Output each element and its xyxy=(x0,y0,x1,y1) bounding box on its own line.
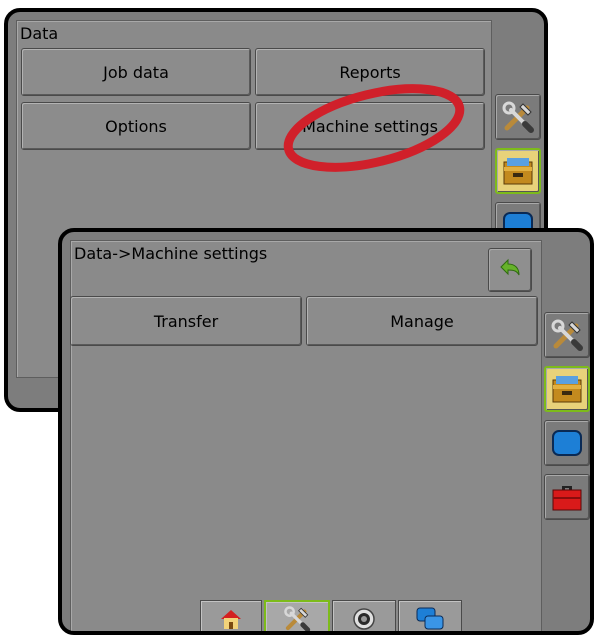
back-button[interactable] xyxy=(488,248,532,292)
tools-icon xyxy=(551,319,583,351)
page-title: Data xyxy=(20,24,59,43)
data-side-button[interactable] xyxy=(544,366,590,412)
highlight-circle xyxy=(283,84,465,172)
home-tab[interactable] xyxy=(200,600,262,631)
manage-button[interactable]: Manage xyxy=(306,296,538,346)
toolbox-side-button[interactable] xyxy=(544,474,590,520)
home-icon xyxy=(221,609,241,629)
machine-settings-screen: Data->Machine settings Transfer Manage xyxy=(58,228,594,635)
tools-side-button[interactable] xyxy=(495,94,541,140)
screens-icon xyxy=(416,607,444,629)
toolbox-icon xyxy=(552,486,582,511)
gps-tab[interactable] xyxy=(332,600,396,631)
options-button[interactable]: Options xyxy=(21,102,251,150)
back-arrow-icon xyxy=(500,258,520,276)
screen-icon xyxy=(552,430,582,456)
gps-icon xyxy=(353,607,375,630)
data-archive-icon xyxy=(503,158,533,185)
tools-tab[interactable] xyxy=(264,600,330,631)
transfer-button[interactable]: Transfer xyxy=(70,296,302,346)
screens-tab[interactable] xyxy=(398,600,462,631)
data-side-button[interactable] xyxy=(495,148,541,194)
page-title: Data->Machine settings xyxy=(74,244,268,263)
data-archive-icon xyxy=(552,376,582,403)
screen-side-button[interactable] xyxy=(544,420,590,466)
job-data-button[interactable]: Job data xyxy=(21,48,251,96)
tools-side-button[interactable] xyxy=(544,312,590,358)
tools-icon xyxy=(284,605,311,631)
tools-icon xyxy=(502,101,534,133)
